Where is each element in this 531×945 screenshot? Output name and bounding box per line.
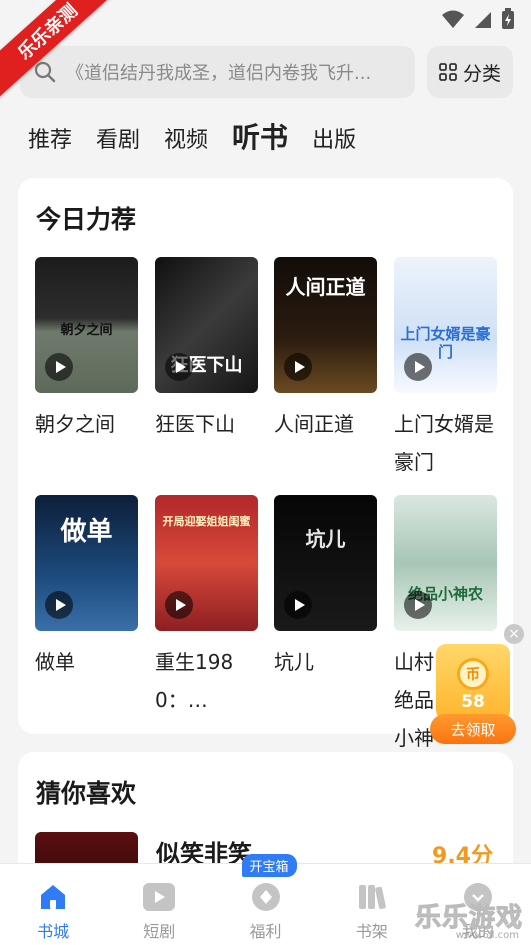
book-title: 做单: [35, 650, 75, 674]
reward-count: 58: [461, 692, 485, 712]
watermark: 乐乐游戏 www.6ll.com: [403, 897, 527, 942]
book-item[interactable]: 开局迎娶姐姐闺蜜 重生1980：…: [155, 495, 258, 719]
search-input[interactable]: 《道侣结丹我成圣，道侣内卷我飞升...: [20, 46, 415, 98]
nav-label: 书架: [355, 922, 388, 941]
nav-short-drama[interactable]: 短剧: [106, 864, 212, 945]
nav-welfare[interactable]: 开宝箱 福利: [212, 854, 318, 945]
watermark-url: www.6ll.com: [455, 930, 519, 941]
play-icon: [142, 880, 176, 914]
play-icon: [404, 353, 432, 381]
watermark-text: 乐乐游戏: [414, 903, 523, 934]
nav-bookstore[interactable]: 书城: [0, 864, 106, 945]
claim-reward-button[interactable]: 去领取: [430, 714, 516, 744]
tab-drama[interactable]: 看剧: [96, 130, 140, 158]
play-icon: [45, 591, 73, 619]
play-icon: [165, 353, 193, 381]
battery-icon: [502, 8, 514, 29]
book-title: 人间正道: [274, 412, 354, 436]
signal-icon: [475, 12, 491, 28]
book-cover-text: 开局迎娶姐姐闺蜜: [162, 515, 251, 528]
search-row: 《道侣结丹我成圣，道侣内卷我飞升... 分类: [20, 46, 513, 98]
category-label: 分类: [462, 62, 501, 85]
book-cover[interactable]: 人间正道: [274, 257, 377, 393]
book-item[interactable]: 上门女婿是豪门 上门女婿是豪门: [394, 257, 497, 481]
nav-label: 福利: [249, 922, 282, 941]
book-cover[interactable]: 上门女婿是豪门: [394, 257, 497, 393]
top-tabs: 推荐 看剧 视频 听书 出版: [28, 114, 356, 158]
guess-you-like-title: 猜你喜欢: [36, 779, 137, 808]
book-title: 狂医下山: [155, 412, 235, 436]
book-item[interactable]: 坑儿 坑儿: [274, 495, 377, 681]
search-icon: [34, 61, 56, 83]
book-cover[interactable]: 坑儿: [274, 495, 377, 631]
reward-widget[interactable]: 币 58 去领取 ×: [430, 624, 524, 744]
wifi-icon: [442, 10, 464, 28]
book-cover-text: 朝夕之间: [60, 323, 113, 338]
book-title: 朝夕之间: [35, 412, 115, 436]
book-item[interactable]: 朝夕之间 朝夕之间: [35, 257, 138, 443]
nav-label: 短剧: [143, 922, 176, 941]
book-item[interactable]: 人间正道 人间正道: [274, 257, 377, 443]
search-placeholder: 《道侣结丹我成圣，道侣内卷我飞升...: [66, 63, 372, 84]
book-cover-text: 做单: [60, 517, 113, 547]
tab-video[interactable]: 视频: [164, 130, 208, 158]
tab-publishing[interactable]: 出版: [312, 130, 356, 158]
book-item[interactable]: 做单 做单: [35, 495, 138, 681]
moon-icon: [85, 273, 110, 299]
book-cover[interactable]: 朝夕之间: [35, 257, 138, 393]
book-title: 重生1980：…: [155, 650, 234, 712]
book-title: 上门女婿是豪门: [394, 412, 494, 474]
category-button[interactable]: 分类: [427, 46, 513, 98]
book-cover[interactable]: 狂医下山: [155, 257, 258, 393]
gift-icon: [249, 880, 283, 914]
play-icon: [284, 353, 312, 381]
close-icon[interactable]: ×: [504, 624, 524, 644]
coin-icon: 币: [457, 658, 489, 690]
reward-body[interactable]: 币 58: [436, 644, 510, 720]
grid-icon: [439, 63, 457, 81]
book-title: 坑儿: [274, 650, 314, 674]
tab-audiobook[interactable]: 听书: [232, 124, 288, 158]
tab-recommend[interactable]: 推荐: [28, 130, 72, 158]
book-cover[interactable]: 开局迎娶姐姐闺蜜: [155, 495, 258, 631]
book-item[interactable]: 狂医下山 狂医下山: [155, 257, 258, 443]
book-cover[interactable]: 绝品小神农: [394, 495, 497, 631]
today-picks-title: 今日力荐: [36, 205, 137, 234]
play-icon: [404, 591, 432, 619]
book-cover[interactable]: 做单: [35, 495, 138, 631]
treasure-box-badge[interactable]: 开宝箱: [241, 854, 297, 877]
status-icons: [441, 8, 515, 30]
nav-label: 书城: [37, 922, 70, 941]
play-icon: [45, 353, 73, 381]
home-icon: [36, 880, 70, 914]
play-icon: [284, 591, 312, 619]
play-icon: [165, 591, 193, 619]
book-cover-text: 坑儿: [305, 527, 346, 551]
book-cover-text: 人间正道: [285, 275, 366, 299]
bookshelf-icon: [355, 880, 389, 914]
